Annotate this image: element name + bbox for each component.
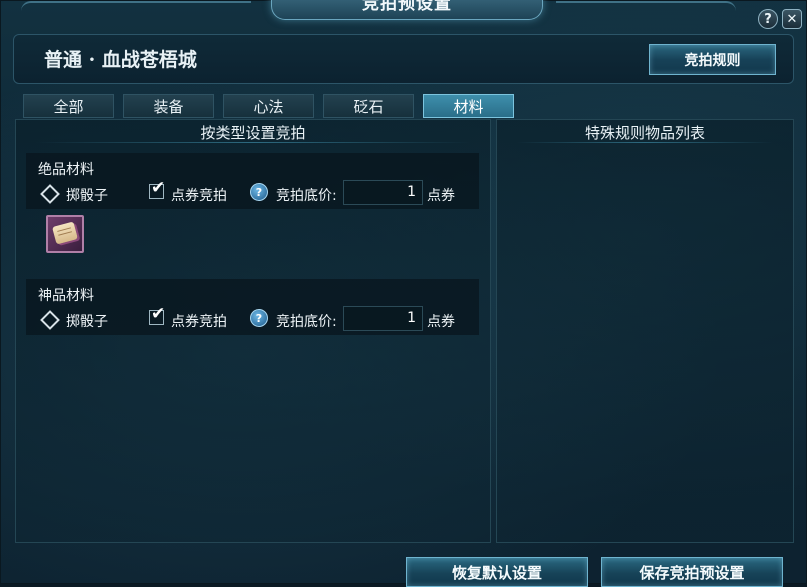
- material-group-divine: 神品材料 掷骰子 ✔ 点券竞拍 ? 竞拍底价: 1 点券: [26, 279, 479, 335]
- reserve-price-input[interactable]: 1: [343, 180, 423, 205]
- reserve-price-label: 竞拍底价:: [276, 314, 337, 330]
- auction-rules-button[interactable]: 竞拍规则: [649, 44, 776, 75]
- tab-equipment[interactable]: 装备: [123, 94, 214, 118]
- heading-divider: [517, 142, 773, 143]
- points-auction-label[interactable]: 点券竞拍: [171, 311, 227, 331]
- reserve-price-input[interactable]: 1: [343, 306, 423, 331]
- type-settings-panel: 按类型设置竞拍 绝品材料 掷骰子 ✔ 点券竞拍 ? 竞拍底价: 1 点券 神品材…: [15, 119, 491, 543]
- scroll-art: [52, 221, 78, 245]
- points-auction-checkbox[interactable]: ✔: [149, 178, 165, 199]
- dice-option-label[interactable]: 掷骰子: [66, 185, 108, 205]
- frame-ornament-left: [21, 1, 251, 17]
- window-title-tab: 竞拍预设置: [271, 0, 543, 20]
- restore-defaults-button[interactable]: 恢复默认设置: [406, 557, 588, 587]
- reserve-price-label: 竞拍底价:: [276, 188, 337, 204]
- special-rules-heading: 特殊规则物品列表: [584, 124, 705, 142]
- header-panel: 普通 · 血战苍梧城 竞拍规则: [13, 34, 794, 84]
- question-icon[interactable]: ?: [250, 183, 268, 201]
- window-title: 竞拍预设置: [362, 0, 452, 14]
- frame-ornament-right: [556, 1, 736, 17]
- tab-all[interactable]: 全部: [23, 94, 114, 118]
- points-auction-checkbox[interactable]: ✔: [149, 304, 165, 325]
- tab-stone[interactable]: 砭石: [323, 94, 414, 118]
- tab-mind-method[interactable]: 心法: [223, 94, 314, 118]
- special-rules-panel: 特殊规则物品列表: [496, 119, 794, 543]
- material-group-legendary: 绝品材料 掷骰子 ✔ 点券竞拍 ? 竞拍底价: 1 点券: [26, 153, 479, 209]
- dice-radio-icon[interactable]: [40, 184, 60, 204]
- zone-title: 普通 · 血战苍梧城: [44, 49, 197, 71]
- group-title: 绝品材料: [38, 162, 94, 178]
- type-settings-heading: 按类型设置竞拍: [200, 124, 306, 142]
- help-icon: ?: [764, 11, 772, 27]
- price-unit-label: 点券: [427, 314, 455, 330]
- dice-option-label[interactable]: 掷骰子: [66, 311, 108, 331]
- close-button[interactable]: ✕: [782, 9, 802, 29]
- check-icon: ✔: [151, 304, 166, 324]
- group-title: 神品材料: [38, 288, 94, 304]
- close-icon: ✕: [786, 11, 798, 27]
- auction-preset-window: 竞拍预设置 ? ✕ 普通 · 血战苍梧城 竞拍规则 全部 装备 心法 砭石 材料…: [0, 0, 807, 587]
- check-icon: ✔: [151, 178, 166, 198]
- save-preset-button[interactable]: 保存竞拍预设置: [601, 557, 783, 587]
- heading-divider: [36, 142, 470, 143]
- help-button[interactable]: ?: [758, 9, 778, 29]
- question-icon[interactable]: ?: [250, 309, 268, 327]
- points-auction-label[interactable]: 点券竞拍: [171, 185, 227, 205]
- dice-radio-icon[interactable]: [40, 310, 60, 330]
- scroll-icon[interactable]: [46, 215, 84, 253]
- price-unit-label: 点券: [427, 188, 455, 204]
- tab-materials[interactable]: 材料: [423, 94, 514, 118]
